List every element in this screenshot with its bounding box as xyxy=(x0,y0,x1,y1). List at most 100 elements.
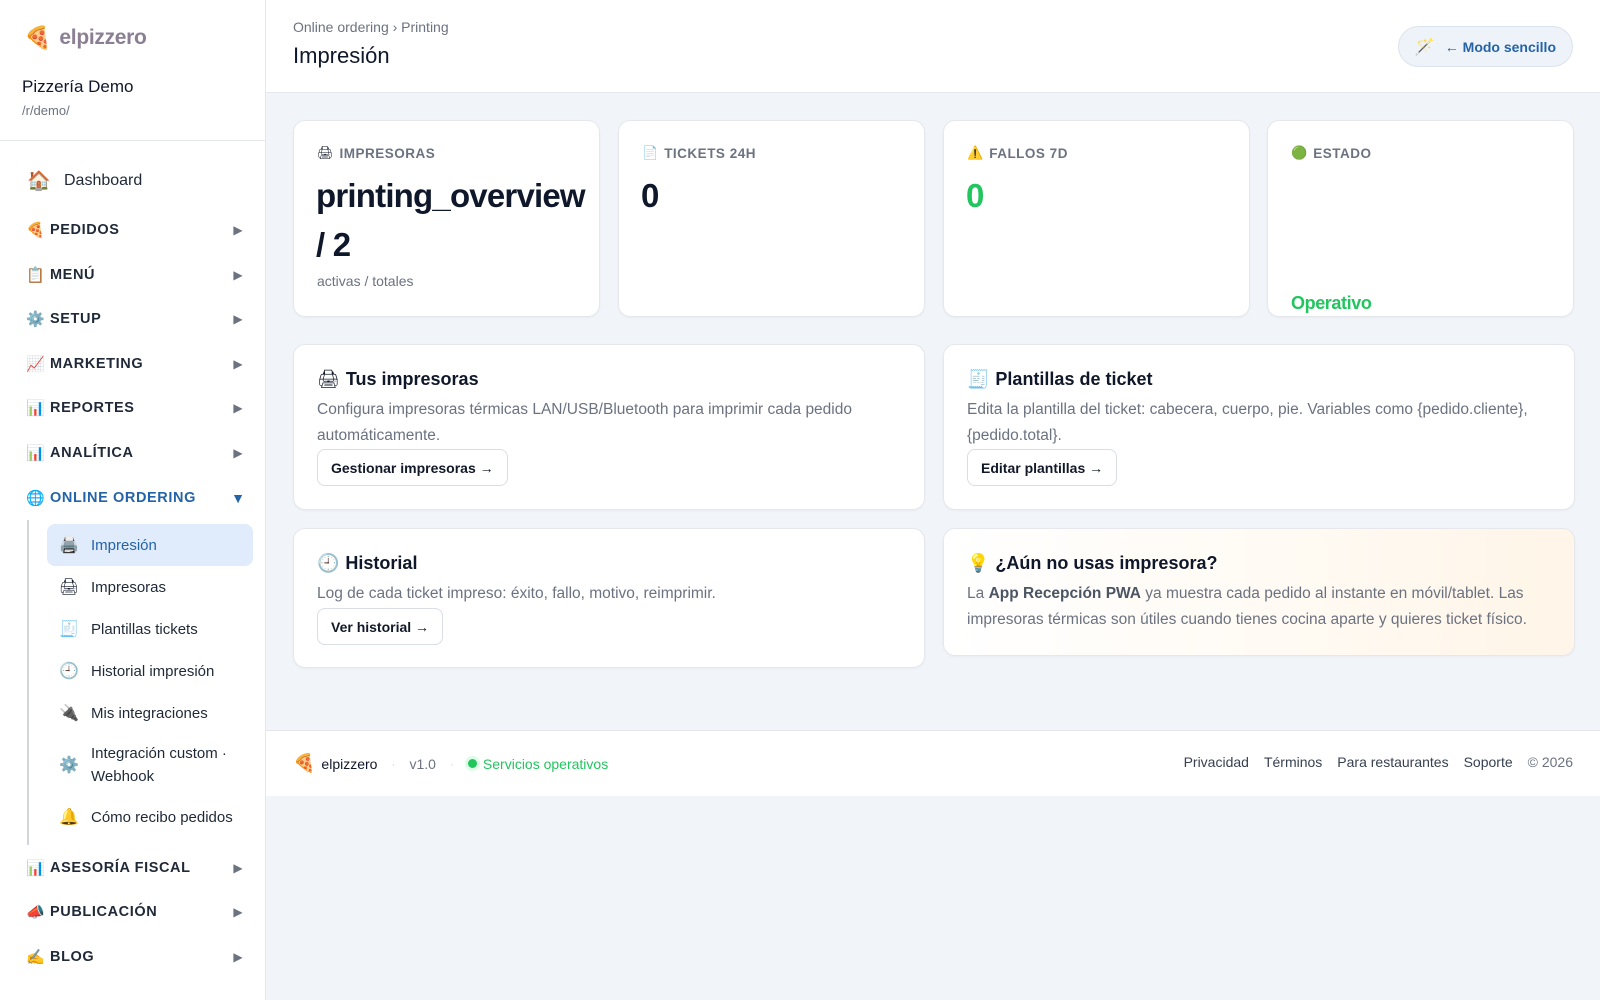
pizza-icon: 🍕 xyxy=(24,25,52,50)
clipboard-icon: 📋 xyxy=(26,267,45,284)
restaurant-path: /r/demo/ xyxy=(22,103,70,118)
stat-value: 0 xyxy=(641,177,659,214)
sidebar-subitem-webhook[interactable]: ⚙️ Integración custom · Webhook xyxy=(47,740,253,790)
card-title-label: ¿Aún no usas impresora? xyxy=(995,553,1218,573)
sidebar-item-label: ANALÍTICA xyxy=(50,445,134,461)
printers-card: 🖨 Tus impresoras Configura impresoras té… xyxy=(293,344,925,510)
house-icon: 🏠 xyxy=(27,171,51,192)
printer-icon: 🖨 xyxy=(58,579,80,596)
chevron-right-icon: ▶ xyxy=(233,950,243,964)
edit-templates-button[interactable]: Editar plantillas → xyxy=(967,449,1118,486)
stat-label: FALLOS 7D xyxy=(989,145,1068,161)
card-title-label: Historial xyxy=(345,553,418,573)
manage-printers-button[interactable]: Gestionar impresoras → xyxy=(317,449,508,486)
chevron-right-icon: ▶ xyxy=(233,268,243,282)
stat-card-printers: 🖨 IMPRESORAS printing_overview / 2 activ… xyxy=(293,120,600,317)
sidebar-item-label: MARKETING xyxy=(50,356,144,372)
page-footer: 🍕 elpizzero · v1.0 · Servicios operativo… xyxy=(266,730,1600,796)
stat-subtext: activas / totales xyxy=(317,273,414,289)
chevron-right-icon: ▶ xyxy=(233,905,243,919)
sidebar-item-dashboard[interactable]: 🏠 Dashboard xyxy=(22,161,246,201)
sidebar-item-reportes[interactable]: 📊 REPORTES ▶ xyxy=(22,388,246,428)
footer-brand: elpizzero xyxy=(321,755,378,772)
terms-link[interactable]: Términos xyxy=(1264,754,1322,770)
sidebar-item-marketing[interactable]: 📈 MARKETING ▶ xyxy=(22,344,246,384)
sidebar-subitem-impresion[interactable]: 🖨️ Impresión xyxy=(47,524,253,566)
gear-icon: ⚙️ xyxy=(26,311,45,328)
pwa-app-link[interactable]: App Recepción PWA xyxy=(989,585,1141,602)
stat-label: IMPRESORAS xyxy=(339,145,436,161)
sidebar-subitem-label: Integración custom · Webhook xyxy=(91,745,227,785)
separator-dot: · xyxy=(449,756,454,771)
sidebar-item-asesoria-fiscal[interactable]: 📊 ASESORÍA FISCAL ▶ xyxy=(22,848,246,888)
privacy-link[interactable]: Privacidad xyxy=(1184,754,1249,770)
sidebar-item-label: Dashboard xyxy=(64,172,143,189)
card-title: 🧾 Plantillas de ticket xyxy=(967,369,1152,390)
sidebar-item-setup[interactable]: ⚙️ SETUP ▶ xyxy=(22,299,246,339)
plug-icon: 🔌 xyxy=(59,705,79,722)
sidebar: 🍕 elpizzero Pizzería Demo /r/demo/ 🏠 Das… xyxy=(0,0,266,1000)
support-link[interactable]: Soporte xyxy=(1464,754,1513,770)
receipt-icon: 🧾 xyxy=(967,369,990,389)
tip-text-before: La xyxy=(967,585,989,602)
green-circle-icon: 🟢 xyxy=(1291,145,1308,160)
status-value: Operativo xyxy=(1291,293,1372,313)
sidebar-subitem-integraciones[interactable]: 🔌 Mis integraciones xyxy=(47,692,253,734)
warning-icon: ⚠️ xyxy=(967,145,984,160)
sidebar-item-online-ordering[interactable]: 🌐 ONLINE ORDERING ▼ xyxy=(22,478,246,518)
card-description: Log de cada ticket impreso: éxito, fallo… xyxy=(317,585,716,602)
card-title: 💡 ¿Aún no usas impresora? xyxy=(967,553,1217,574)
submenu-guide-line xyxy=(27,520,29,845)
sidebar-item-label: MENÚ xyxy=(50,267,96,283)
for-restaurants-link[interactable]: Para restaurantes xyxy=(1337,754,1448,770)
stat-value: printing_overview / 2 xyxy=(316,177,586,263)
sidebar-item-pedidos[interactable]: 🍕 PEDIDOS ▶ xyxy=(22,210,246,250)
gear-icon: ⚙️ xyxy=(59,757,79,774)
chevron-right-icon: ▶ xyxy=(233,312,243,326)
chevron-right-icon: ▶ xyxy=(233,861,243,875)
stat-header: 🖨 IMPRESORAS xyxy=(317,145,435,161)
sidebar-subitem-historial[interactable]: 🕘 Historial impresión xyxy=(47,650,253,692)
clock-icon: 🕘 xyxy=(59,663,79,680)
card-title-label: Plantillas de ticket xyxy=(995,369,1153,389)
sidebar-item-publicacion[interactable]: 📣 PUBLICACIÓN ▶ xyxy=(22,892,246,932)
chevron-right-icon: ▶ xyxy=(233,401,243,415)
footer-left: 🍕 elpizzero · v1.0 · Servicios operativo… xyxy=(293,753,608,774)
sidebar-item-blog[interactable]: ✍️ BLOG ▶ xyxy=(22,937,246,977)
simple-mode-button[interactable]: 🪄 ← Modo sencillo xyxy=(1397,26,1573,67)
bell-icon: 🔔 xyxy=(59,809,79,826)
pizza-icon: 🍕 xyxy=(293,753,316,773)
sidebar-subitem-label: Cómo recibo pedidos xyxy=(91,808,233,826)
separator-dot: · xyxy=(391,756,396,771)
sidebar-subitem-recibo-pedidos[interactable]: 🔔 Cómo recibo pedidos xyxy=(47,796,253,838)
sidebar-item-analitica[interactable]: 📊 ANALÍTICA ▶ xyxy=(22,433,246,473)
card-description: La App Recepción PWA ya muestra cada ped… xyxy=(967,581,1557,632)
bar-chart-icon: 📊 xyxy=(26,445,45,462)
brand-name: elpizzero xyxy=(59,26,147,49)
view-history-button[interactable]: Ver historial → xyxy=(317,608,444,645)
writing-hand-icon: ✍️ xyxy=(26,949,45,966)
sidebar-item-label: REPORTES xyxy=(50,400,135,416)
sidebar-subitem-label: Impresoras xyxy=(91,578,167,596)
breadcrumb: Online ordering › Printing xyxy=(293,19,449,35)
stat-header: ⚠️ FALLOS 7D xyxy=(967,145,1068,161)
sidebar-subitem-impresoras[interactable]: 🖨 Impresoras xyxy=(47,566,253,608)
card-title: 🖨 Tus impresoras xyxy=(317,369,479,390)
stat-label: ESTADO xyxy=(1313,145,1372,161)
card-title-label: Tus impresoras xyxy=(345,369,479,389)
bar-chart-icon: 📊 xyxy=(26,860,45,877)
sidebar-item-menu[interactable]: 📋 MENÚ ▶ xyxy=(22,255,246,295)
stat-header: 📄 TICKETS 24H xyxy=(642,145,756,161)
printer-icon: 🖨 xyxy=(317,369,340,389)
printer-icon: 🖨️ xyxy=(59,537,79,554)
sidebar-subitem-plantillas[interactable]: 🧾 Plantillas tickets xyxy=(47,608,253,650)
brand[interactable]: 🍕 elpizzero xyxy=(24,24,147,52)
pizza-icon: 🍕 xyxy=(26,222,45,239)
page-header: Online ordering › Printing Impresión 🪄 ←… xyxy=(266,0,1600,93)
receipt-icon: 🧾 xyxy=(59,621,79,638)
templates-card: 🧾 Plantillas de ticket Edita la plantill… xyxy=(943,344,1575,510)
stat-card-tickets: 📄 TICKETS 24H 0 xyxy=(618,120,925,317)
trend-chart-icon: 📈 xyxy=(26,356,45,373)
sidebar-subitem-label: Impresión xyxy=(91,536,157,554)
stat-card-status: 🟢 ESTADO Operativo xyxy=(1267,120,1574,317)
